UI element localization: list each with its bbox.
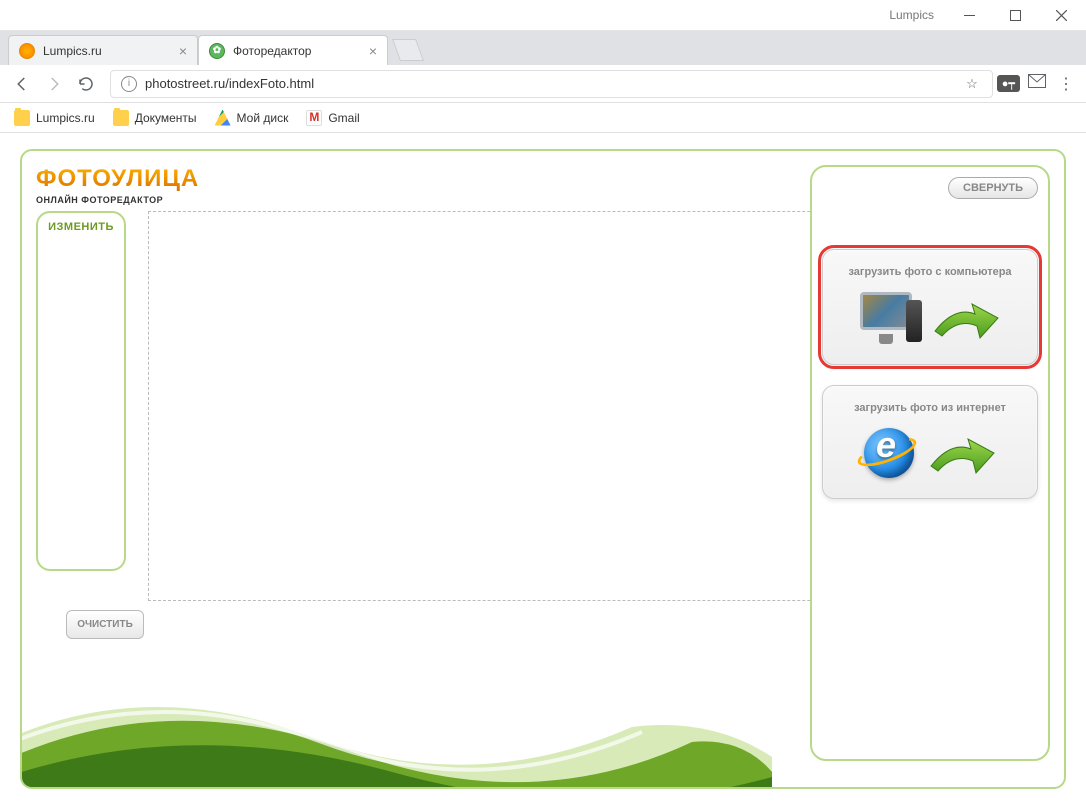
maximize-button[interactable] bbox=[992, 0, 1038, 30]
folder-icon bbox=[113, 110, 129, 126]
folder-icon bbox=[14, 110, 30, 126]
tab-label: Фоторедактор bbox=[233, 44, 311, 58]
computer-icon bbox=[860, 292, 922, 348]
collapse-button[interactable]: СВЕРНУТЬ bbox=[948, 177, 1038, 199]
edit-panel: ИЗМЕНИТЬ bbox=[36, 211, 126, 571]
clear-button[interactable]: ОЧИСТИТЬ bbox=[66, 610, 144, 639]
page-content: ФОТОУЛИЦА ОНЛАЙН ФОТОРЕДАКТОР ИЗМЕНИТЬ О… bbox=[0, 133, 1086, 803]
bookmarks-bar: Lumpics.ru Документы Мой диск Gmail bbox=[0, 103, 1086, 133]
upload-net-visual bbox=[835, 428, 1025, 482]
bookmark-label: Gmail bbox=[328, 111, 359, 125]
address-bar: i photostreet.ru/indexFoto.html ☆ ●┯ ⋮ bbox=[0, 65, 1086, 103]
tab-photoeditor[interactable]: ✿ Фоторедактор × bbox=[198, 35, 388, 65]
minimize-button[interactable] bbox=[946, 0, 992, 30]
tab-label: Lumpics.ru bbox=[43, 44, 102, 58]
tab-close-icon[interactable]: × bbox=[369, 43, 377, 59]
browser-icon bbox=[864, 428, 918, 482]
site-info-icon[interactable]: i bbox=[121, 76, 137, 92]
reload-button[interactable] bbox=[72, 70, 100, 98]
upload-net-label: загрузить фото из интернет bbox=[835, 402, 1025, 414]
favicon-lumpics-icon bbox=[19, 43, 35, 59]
bookmark-drive[interactable]: Мой диск bbox=[215, 110, 289, 126]
bookmark-label: Lumpics.ru bbox=[36, 111, 95, 125]
new-tab-button[interactable] bbox=[392, 39, 424, 61]
upload-pc-label: загрузить фото с компьютера bbox=[835, 266, 1025, 278]
mail-icon[interactable] bbox=[1024, 74, 1050, 93]
gmail-icon bbox=[306, 110, 322, 126]
close-button[interactable] bbox=[1038, 0, 1084, 30]
star-icon[interactable]: ☆ bbox=[962, 76, 982, 92]
bookmark-gmail[interactable]: Gmail bbox=[306, 110, 359, 126]
favicon-photoeditor-icon: ✿ bbox=[209, 43, 225, 59]
tab-strip: Lumpics.ru × ✿ Фоторедактор × bbox=[0, 31, 1086, 65]
menu-icon[interactable]: ⋮ bbox=[1054, 74, 1078, 94]
upload-from-computer-card[interactable]: загрузить фото с компьютера bbox=[822, 249, 1038, 365]
arrow-right-icon bbox=[930, 296, 1000, 344]
arrow-right-icon bbox=[926, 431, 996, 479]
right-panel: СВЕРНУТЬ загрузить фото с компьютера bbox=[810, 165, 1050, 761]
forward-button bbox=[40, 70, 68, 98]
upload-from-internet-card[interactable]: загрузить фото из интернет bbox=[822, 385, 1038, 499]
bookmark-lumpics[interactable]: Lumpics.ru bbox=[14, 110, 95, 126]
left-column: ИЗМЕНИТЬ bbox=[36, 211, 126, 771]
url-input[interactable]: i photostreet.ru/indexFoto.html ☆ bbox=[110, 70, 993, 98]
bookmark-documents[interactable]: Документы bbox=[113, 110, 197, 126]
url-text: photostreet.ru/indexFoto.html bbox=[145, 76, 954, 91]
app-frame: ФОТОУЛИЦА ОНЛАЙН ФОТОРЕДАКТОР ИЗМЕНИТЬ О… bbox=[20, 149, 1066, 789]
bookmark-label: Мой диск bbox=[237, 111, 289, 125]
tab-close-icon[interactable]: × bbox=[179, 43, 187, 59]
upload-pc-visual bbox=[835, 292, 1025, 348]
bookmark-label: Документы bbox=[135, 111, 197, 125]
window-title: Lumpics bbox=[889, 8, 934, 22]
back-button[interactable] bbox=[8, 70, 36, 98]
tab-lumpics[interactable]: Lumpics.ru × bbox=[8, 35, 198, 65]
drive-icon bbox=[215, 110, 231, 126]
window-titlebar: Lumpics bbox=[0, 0, 1086, 31]
key-icon[interactable]: ●┯ bbox=[997, 75, 1020, 92]
edit-label[interactable]: ИЗМЕНИТЬ bbox=[44, 221, 118, 233]
